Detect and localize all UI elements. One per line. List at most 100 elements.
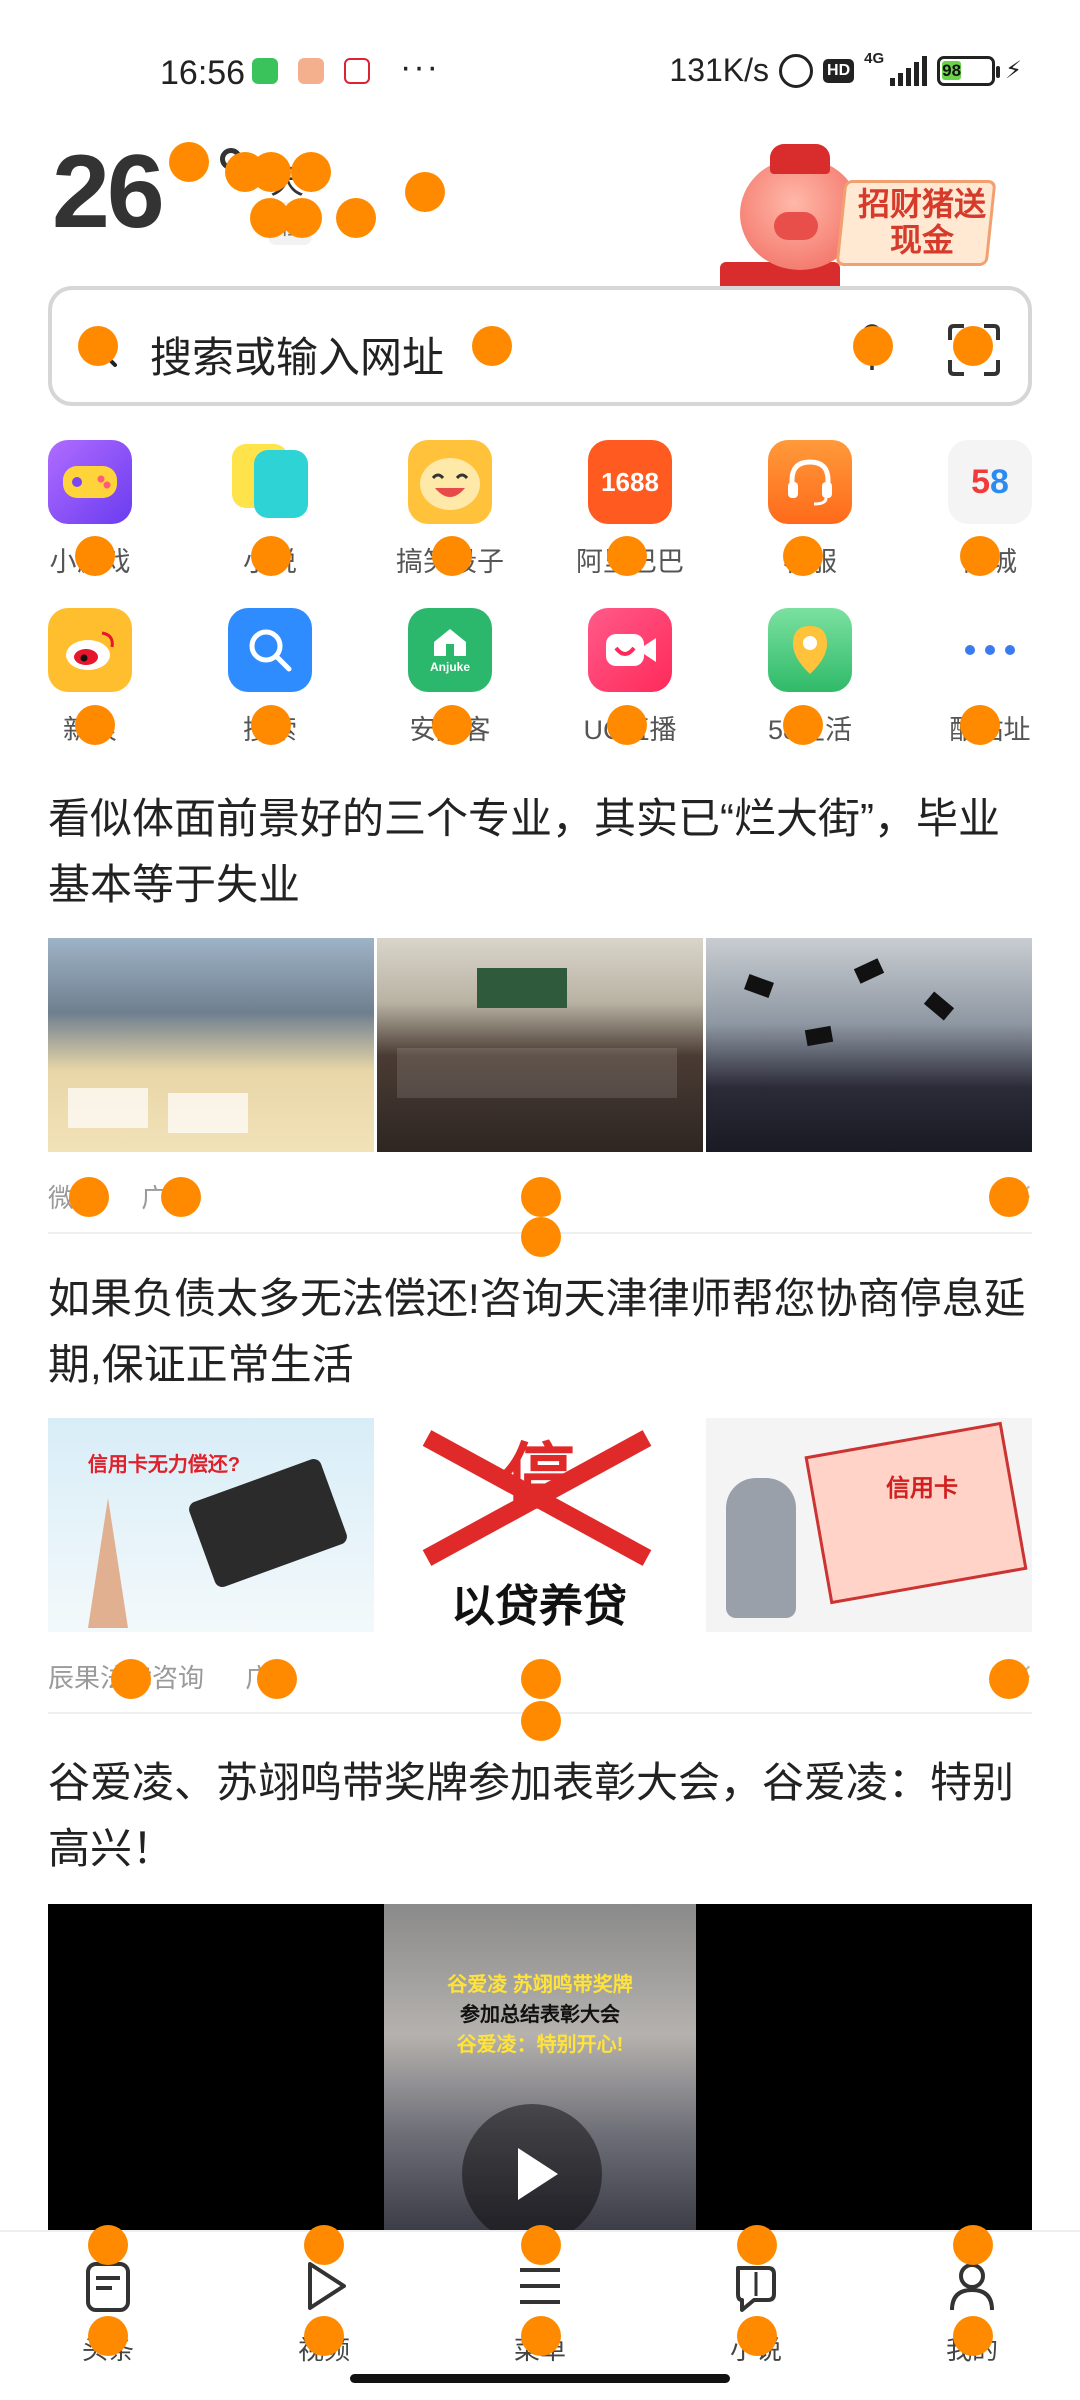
live-icon <box>588 608 672 692</box>
nav-label: 菜单 <box>513 2335 566 2365</box>
scan-icon[interactable] <box>948 324 1000 376</box>
menu-icon <box>520 2268 560 2304</box>
air-quality-badge: 轻 <box>268 202 312 245</box>
stop-loan-image: 停 以贷养贷 <box>377 1418 703 1632</box>
feed-item-meta: 辰果法律咨询 广告 <box>48 1658 297 1695</box>
lecture-hall-image <box>377 938 703 1152</box>
video-player[interactable]: 谷爱凌 苏翊鸣带奖牌 参加总结表彰大会 谷爱凌：特别开心! <box>48 1904 1032 2230</box>
shortcut-novel[interactable]: 小说 <box>180 430 360 598</box>
ad-tag: 广告 <box>141 1183 194 1213</box>
nav-headlines[interactable]: 头条 <box>0 2232 216 2400</box>
shortcut-cool-sites[interactable]: 酷站址 <box>900 598 1080 766</box>
wechat-notification-icon <box>252 58 278 84</box>
anjuke-icon: Anjuke <box>408 608 492 692</box>
shortcut-row: 新浪 搜索 Anjuke 安居客 UC直播 58生活 酷站址 <box>0 598 1080 766</box>
feed-item-title[interactable]: 如果负债太多无法偿还!咨询天津律师帮您协商停息延期,保证正常生活 <box>48 1266 1032 1398</box>
shortcut-label: 阿里巴巴 <box>576 547 684 577</box>
divider <box>48 1712 1032 1714</box>
dismiss-icon[interactable]: × <box>1016 1176 1032 1208</box>
feed-item-meta: 微说 广告 <box>48 1178 193 1215</box>
shortcut-label: 酷站址 <box>949 715 1031 745</box>
debt-cartoon-image: 信用卡 <box>706 1418 1032 1632</box>
more-dots-icon <box>948 608 1032 692</box>
shortcut-label: 小游戏 <box>49 547 131 577</box>
shortcut-grid: 小游戏 小说 搞笑段子 1688 阿里巴巴 客服 5 8 同城 新浪 搜索 An… <box>0 430 1080 766</box>
temperature: 26 <box>52 134 165 250</box>
promo-banner[interactable]: 招财猪送现金 <box>720 142 1000 287</box>
feed-source: 辰果法律咨询 <box>48 1663 205 1693</box>
classroom-exam-image <box>48 938 374 1152</box>
marker-dot <box>169 142 209 182</box>
weather-widget[interactable]: 26 天 轻 <box>52 134 312 260</box>
shortcut-anjuke[interactable]: Anjuke 安居客 <box>360 598 540 766</box>
marker-dot <box>521 1217 561 1257</box>
play-icon <box>308 2262 346 2310</box>
nav-label: 头条 <box>81 2335 134 2365</box>
marker-dot <box>405 172 445 212</box>
shortcut-label: 客服 <box>783 547 837 577</box>
microphone-icon[interactable] <box>852 324 892 372</box>
status-bar: 16:56 ··· 131K/s HD 4G 98 ⚡ <box>0 0 1080 130</box>
nav-label: 我的 <box>945 2335 998 2365</box>
shortcut-58-life[interactable]: 58生活 <box>720 598 900 766</box>
network-type: 4G <box>864 50 885 67</box>
alarm-icon <box>779 53 814 88</box>
shortcut-label: 安居客 <box>409 715 491 745</box>
home-indicator[interactable] <box>350 2374 730 2383</box>
search-bar[interactable]: 搜索或输入网址 <box>48 286 1032 406</box>
feed-item-images[interactable] <box>48 938 1032 1152</box>
marker-dot <box>521 1177 561 1217</box>
shortcut-jokes[interactable]: 搞笑段子 <box>360 430 540 598</box>
feed-source: 微说 <box>48 1183 101 1213</box>
weather-condition: 天 <box>270 163 304 201</box>
shortcut-customer-service[interactable]: 客服 <box>720 430 900 598</box>
battery-level: 98 <box>942 60 962 80</box>
book-icon <box>228 440 312 524</box>
user-icon <box>950 2263 994 2311</box>
marker-dot <box>521 1659 561 1699</box>
search-icon <box>82 332 117 367</box>
more-notifications-icon: ··· <box>400 48 440 86</box>
58-icon: 58 <box>948 440 1032 524</box>
shortcut-sina[interactable]: 新浪 <box>0 598 180 766</box>
shortcut-local[interactable]: 58 同城 <box>900 430 1080 598</box>
headset-icon <box>768 440 852 524</box>
network-speed: 131K/s <box>669 52 770 88</box>
battery-icon: 98 <box>937 55 1001 86</box>
shortcut-label: UC直播 <box>583 715 677 745</box>
shortcut-mini-games[interactable]: 小游戏 <box>0 430 180 598</box>
dismiss-icon[interactable]: × <box>1016 1656 1032 1688</box>
feed-item-images[interactable]: 信用卡无力偿还? 停 以贷养贷 信用卡 <box>48 1418 1032 1632</box>
search-input[interactable]: 搜索或输入网址 <box>150 324 444 385</box>
divider <box>48 1232 1032 1234</box>
shortcut-alibaba[interactable]: 1688 阿里巴巴 <box>540 430 720 598</box>
credit-card-image: 信用卡无力偿还? <box>48 1418 374 1632</box>
shortcut-label: 新浪 <box>63 715 117 745</box>
shortcut-label: 搜索 <box>243 715 297 745</box>
marker-dot <box>336 198 376 238</box>
status-time: 16:56 <box>160 54 246 92</box>
status-right: 131K/s HD 4G 98 ⚡ <box>669 50 1022 89</box>
degree-icon <box>220 148 242 170</box>
promo-text: 招财猪送现金 <box>857 186 986 258</box>
gamepad-icon <box>48 440 132 524</box>
app2-notification-icon <box>344 58 370 84</box>
charging-icon: ⚡ <box>1005 57 1022 84</box>
book-icon <box>736 2266 776 2312</box>
nav-label: 小说 <box>729 2335 782 2365</box>
nav-label: 视频 <box>297 2335 350 2365</box>
notification-icons <box>252 58 370 84</box>
hd-icon: HD <box>823 58 855 83</box>
nav-profile[interactable]: 我的 <box>864 2232 1080 2400</box>
shortcut-label: 58生活 <box>767 715 853 745</box>
shortcut-uc-live[interactable]: UC直播 <box>540 598 720 766</box>
feed-item-title[interactable]: 谷爱凌、苏翊鸣带奖牌参加表彰大会，谷爱凌：特别高兴！ <box>48 1750 1032 1882</box>
magnifier-icon <box>228 608 312 692</box>
shortcut-search[interactable]: 搜索 <box>180 598 360 766</box>
feed-item-title[interactable]: 看似体面前景好的三个专业，其实已“烂大街”，毕业基本等于失业 <box>48 786 1032 918</box>
news-icon <box>86 2262 130 2312</box>
shortcut-label: 同城 <box>963 547 1017 577</box>
shortcut-row: 小游戏 小说 搞笑段子 1688 阿里巴巴 客服 5 8 同城 <box>0 430 1080 598</box>
weibo-icon <box>48 608 132 692</box>
signal-icon <box>890 55 928 86</box>
